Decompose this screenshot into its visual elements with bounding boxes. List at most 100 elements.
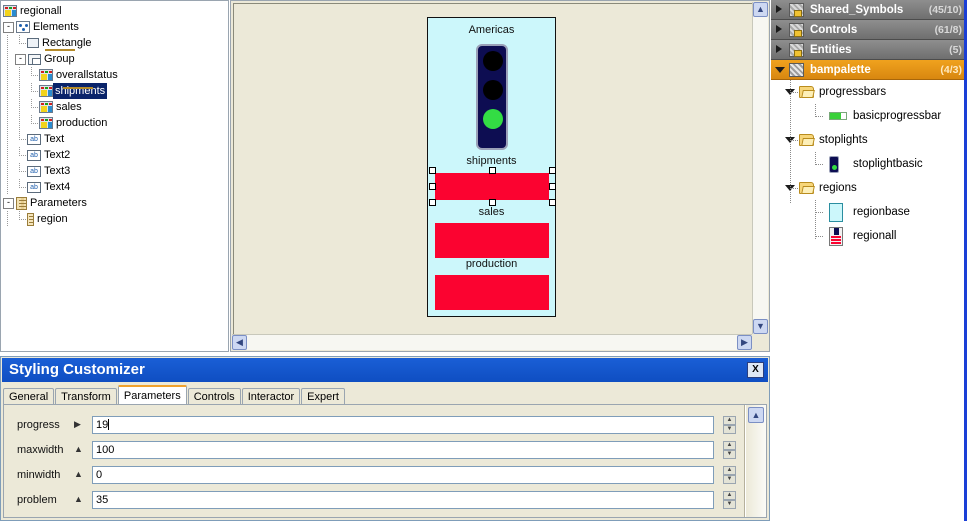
parameter-input[interactable]: 100: [92, 441, 714, 459]
progressbar-production[interactable]: [435, 275, 549, 310]
tree-item[interactable]: region: [3, 211, 228, 227]
tree-item[interactable]: abText2: [3, 147, 228, 163]
palette-tree[interactable]: progressbarsbasicprogressbarstoplightsst…: [771, 80, 964, 248]
tree-expander-icon[interactable]: -: [3, 198, 14, 209]
tree-item[interactable]: abText3: [3, 163, 228, 179]
palette-item[interactable]: regionbase: [771, 200, 964, 224]
parameter-input[interactable]: 19: [92, 416, 714, 434]
stepper-down-icon[interactable]: ▼: [723, 500, 736, 509]
palette-group-bampalette[interactable]: bampalette(4/3): [771, 60, 964, 80]
palette-item[interactable]: stoplightbasic: [771, 152, 964, 176]
palette-item[interactable]: progressbars: [771, 80, 964, 104]
close-icon[interactable]: X: [747, 362, 764, 378]
resize-handle-e[interactable]: [549, 183, 556, 190]
resize-handle-n[interactable]: [489, 167, 496, 174]
canvas-surface[interactable]: Americas shipments sales produ: [233, 3, 752, 334]
tab-transform[interactable]: Transform: [55, 388, 117, 405]
tree-expander-icon[interactable]: -: [3, 22, 14, 33]
parameter-marker-icon[interactable]: ▶: [74, 419, 81, 430]
tree-connector: [816, 212, 824, 213]
param-scroll-up-icon[interactable]: ▲: [748, 407, 764, 423]
parameter-marker-icon[interactable]: ▲: [74, 469, 83, 479]
tab-parameters[interactable]: Parameters: [118, 385, 187, 405]
canvas-vertical-scrollbar[interactable]: ▲ ▼: [752, 2, 768, 334]
region-title: Americas: [428, 24, 555, 36]
palette-group-headers[interactable]: Shared_Symbols(45/10)Controls(61/8)Entit…: [771, 0, 964, 80]
scroll-left-icon[interactable]: ◀: [232, 335, 247, 350]
resize-handle-sw[interactable]: [429, 199, 436, 206]
tree-item[interactable]: -Parameters: [3, 195, 228, 211]
tree-item[interactable]: Rectangle: [3, 35, 228, 51]
stepper-up-icon[interactable]: ▲: [723, 416, 736, 425]
progressbar-shipments[interactable]: [435, 173, 549, 200]
tree-connector: [15, 211, 27, 227]
palette-item[interactable]: basicprogressbar: [771, 104, 964, 128]
palette-group-count: (45/10): [929, 0, 962, 20]
palette-group-shared_symbols[interactable]: Shared_Symbols(45/10): [771, 0, 964, 20]
element-tree[interactable]: regionall-ElementsRectangle-Groupoverall…: [1, 1, 228, 227]
tree-connector: [27, 99, 39, 115]
tree-connector: [3, 163, 15, 179]
scrollbar-corner: [752, 334, 768, 350]
palette-item[interactable]: regionall: [771, 224, 964, 248]
tree-expander-icon[interactable]: -: [15, 54, 26, 65]
parameter-stepper[interactable]: ▲▼: [723, 441, 736, 459]
chevron-right-icon[interactable]: [776, 25, 782, 33]
text-icon: ab: [27, 134, 41, 145]
tree-item[interactable]: production: [3, 115, 228, 131]
palette-group-controls[interactable]: Controls(61/8): [771, 20, 964, 40]
scroll-down-icon[interactable]: ▼: [753, 319, 768, 334]
scroll-up-icon[interactable]: ▲: [753, 2, 768, 17]
chevron-right-icon[interactable]: [776, 45, 782, 53]
folder-icon: [799, 182, 814, 194]
scroll-right-icon[interactable]: ▶: [737, 335, 752, 350]
parameter-stepper[interactable]: ▲▼: [723, 466, 736, 484]
resize-handle-se[interactable]: [549, 199, 556, 206]
palette-group-entities[interactable]: Entities(5): [771, 40, 964, 60]
tab-expert[interactable]: Expert: [301, 388, 345, 405]
tree-connector: [15, 99, 27, 115]
chevron-right-icon[interactable]: [776, 5, 782, 13]
stepper-up-icon[interactable]: ▲: [723, 441, 736, 450]
parameter-marker-icon[interactable]: ▲: [74, 494, 83, 504]
resize-handle-ne[interactable]: [549, 167, 556, 174]
parameter-marker-icon[interactable]: ▲: [74, 444, 83, 454]
stepper-down-icon[interactable]: ▼: [723, 475, 736, 484]
stepper-up-icon[interactable]: ▲: [723, 491, 736, 500]
tree-item[interactable]: regionall: [3, 3, 228, 19]
parameters-vertical-scrollbar[interactable]: ▲: [746, 405, 766, 517]
palette-item[interactable]: regions: [771, 176, 964, 200]
canvas-horizontal-scrollbar[interactable]: ◀ ▶: [232, 334, 752, 350]
progressbar-sales[interactable]: [435, 223, 549, 258]
resize-handle-w[interactable]: [429, 183, 436, 190]
tree-item[interactable]: sales: [3, 99, 228, 115]
resize-handle-s[interactable]: [489, 199, 496, 206]
tree-item[interactable]: -Elements: [3, 19, 228, 35]
resize-handle-nw[interactable]: [429, 167, 436, 174]
customizer-tab-bar[interactable]: GeneralTransformParametersControlsIntera…: [3, 385, 346, 403]
parameter-stepper[interactable]: ▲▼: [723, 416, 736, 434]
tree-item[interactable]: abText4: [3, 179, 228, 195]
chevron-down-icon[interactable]: [775, 67, 785, 73]
stoplight-widget[interactable]: [476, 44, 508, 150]
stepper-up-icon[interactable]: ▲: [723, 466, 736, 475]
tree-item[interactable]: shipments: [3, 83, 228, 99]
parameter-input[interactable]: 35: [92, 491, 714, 509]
tree-item-label: sales: [53, 99, 82, 115]
palette-item[interactable]: stoplights: [771, 128, 964, 152]
tree-item[interactable]: abText: [3, 131, 228, 147]
region-shape[interactable]: Americas shipments sales produ: [427, 17, 556, 317]
parameter-input[interactable]: 0: [92, 466, 714, 484]
tree-item[interactable]: overallstatus: [3, 67, 228, 83]
tab-interactor[interactable]: Interactor: [242, 388, 300, 405]
tree-connector: [15, 67, 27, 83]
tree-connector: [816, 236, 824, 237]
parameter-stepper[interactable]: ▲▼: [723, 491, 736, 509]
tab-controls[interactable]: Controls: [188, 388, 241, 405]
palette-panel: Shared_Symbols(45/10)Controls(61/8)Entit…: [771, 0, 967, 521]
tree-item[interactable]: -Group: [3, 51, 228, 67]
customizer-title: Styling Customizer: [9, 361, 145, 378]
stepper-down-icon[interactable]: ▼: [723, 425, 736, 434]
stepper-down-icon[interactable]: ▼: [723, 450, 736, 459]
tab-general[interactable]: General: [3, 388, 54, 405]
